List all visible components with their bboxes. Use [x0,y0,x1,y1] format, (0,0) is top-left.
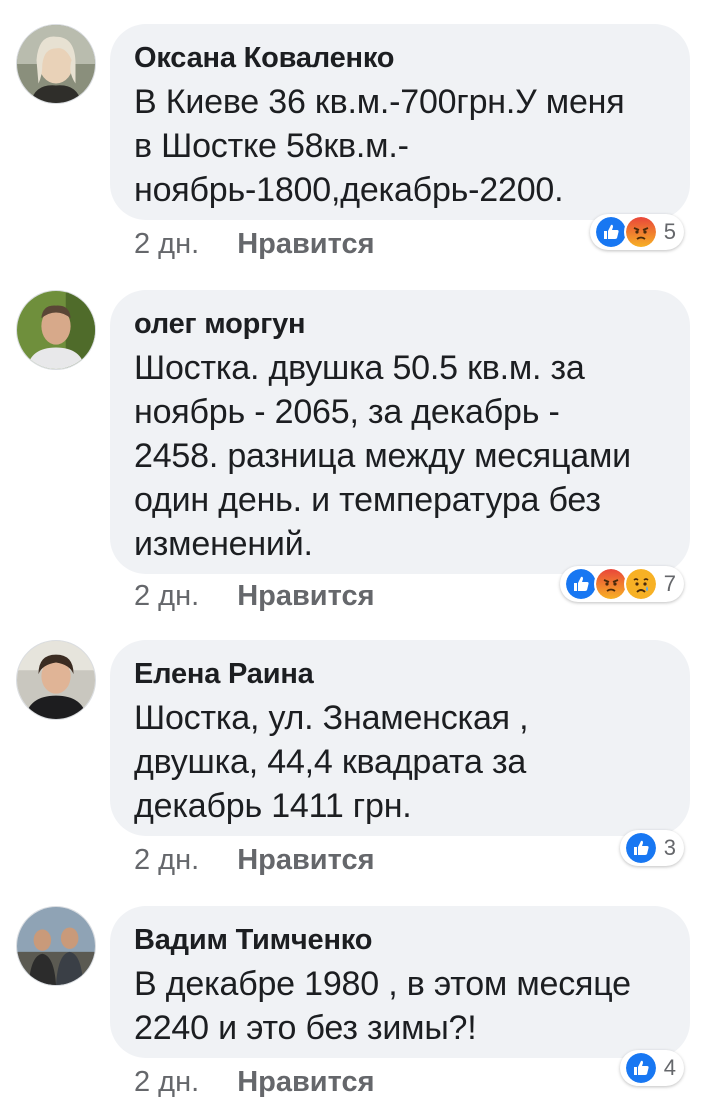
reaction-summary[interactable]: 3 [619,830,684,866]
angry-icon [593,567,628,601]
reaction-count: 3 [663,835,676,860]
comment-text: Шостка. двушка 50.5 кв.м. за ноябрь - 20… [134,346,666,566]
comment-text: В декабре 1980 , в этом месяце 2240 и эт… [134,962,666,1050]
comment-text: Шостка, ул. Знаменская , двушка, 44,4 кв… [134,696,666,828]
comment-bubble: олег моргун Шостка. двушка 50.5 кв.м. за… [110,290,690,574]
comment-meta: 2 дн. Нравится [134,1066,375,1099]
comment-text: В Киеве 36 кв.м.-700грн.У меня в Шостке … [134,80,666,212]
comment-text-line: один день. и температура без [134,481,601,519]
like-button[interactable]: Нравится [237,1066,374,1099]
comment-timestamp[interactable]: 2 дн. [134,1066,199,1099]
comment-text-line: В Киеве 36 кв.м.-700грн.У меня [134,83,625,121]
avatar[interactable] [16,640,96,720]
comment-bubble: Елена Раина Шостка, ул. Знаменская , дву… [110,640,690,836]
like-icon [623,831,658,865]
comment-author[interactable]: олег моргун [134,306,666,342]
reaction-summary[interactable]: 4 [619,1050,684,1086]
comment-timestamp[interactable]: 2 дн. [134,844,199,877]
comment-text-line: 2458. разница между месяцами [134,437,631,475]
comment-author[interactable]: Оксана Коваленко [134,40,666,76]
angry-icon [623,215,658,249]
sad-icon [623,567,658,601]
like-button[interactable]: Нравится [237,580,374,613]
comment-text-line: ноябрь - 2065, за декабрь - [134,393,560,431]
reaction-summary[interactable]: 7 [559,566,684,602]
avatar-photo [17,25,95,103]
comment-meta: 2 дн. Нравится [134,580,375,613]
like-button[interactable]: Нравится [237,228,374,261]
comment-timestamp[interactable]: 2 дн. [134,228,199,261]
comment-text-line: ноябрь-1800,декабрь-2200. [134,171,564,209]
comment-timestamp[interactable]: 2 дн. [134,580,199,613]
comment-meta: 2 дн. Нравится [134,844,375,877]
comment-text-line: 2240 и это без зимы?! [134,1009,477,1047]
comment-text-line: В декабре 1980 , в этом месяце [134,965,631,1003]
avatar-photo [17,291,95,369]
comment-meta: 2 дн. Нравится [134,228,375,261]
like-icon [563,567,598,601]
comment-bubble: Вадим Тимченко В декабре 1980 , в этом м… [110,906,690,1058]
avatar[interactable] [16,290,96,370]
avatar-photo [17,907,95,985]
comment-text-line: Шостка. двушка 50.5 кв.м. за [134,349,585,387]
avatar-photo [17,641,95,719]
avatar[interactable] [16,24,96,104]
reaction-count: 7 [663,571,676,596]
like-icon [593,215,628,249]
reaction-count: 5 [663,219,676,244]
like-icon [623,1051,658,1085]
comment-text-line: Шостка, ул. Знаменская , [134,699,529,737]
comment-bubble: Оксана Коваленко В Киеве 36 кв.м.-700грн… [110,24,690,220]
comment-text-line: изменений. [134,525,313,563]
like-button[interactable]: Нравится [237,844,374,877]
comment-author[interactable]: Елена Раина [134,656,666,692]
avatar[interactable] [16,906,96,986]
comment-author[interactable]: Вадим Тимченко [134,922,666,958]
reaction-count: 4 [663,1055,676,1080]
comment-text-line: двушка, 44,4 квадрата за [134,743,527,781]
comment-text-line: в Шостке 58кв.м.- [134,127,409,165]
reaction-summary[interactable]: 5 [589,214,684,250]
comment-text-line: декабрь 1411 грн. [134,787,412,825]
